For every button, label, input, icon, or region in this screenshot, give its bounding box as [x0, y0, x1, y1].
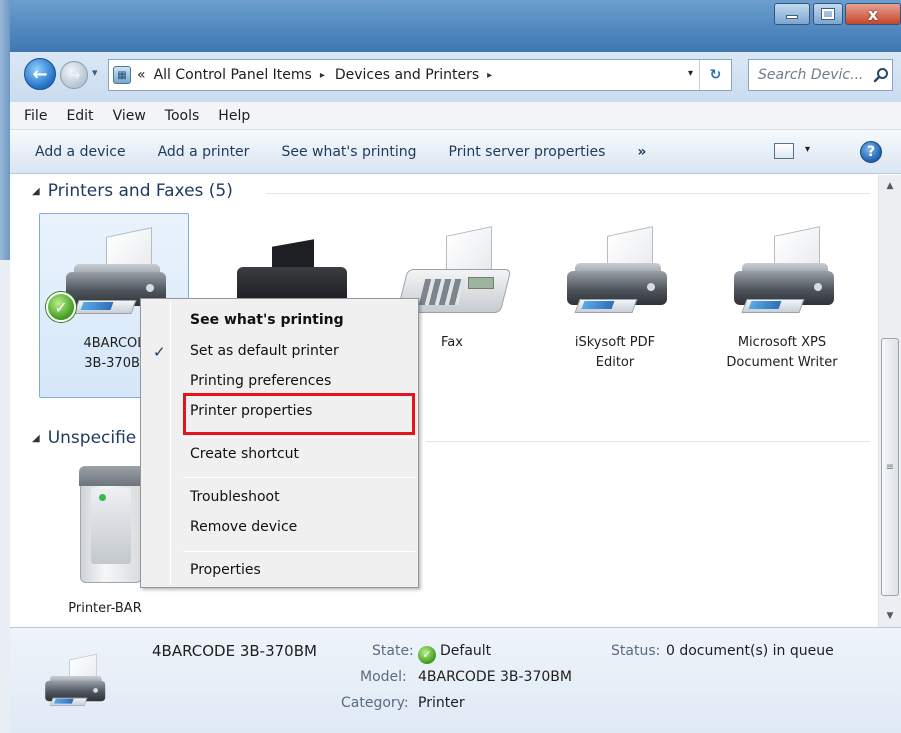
model-value: 4BARCODE 3B-370BM: [418, 669, 572, 685]
menu-tools[interactable]: Tools: [165, 108, 200, 124]
menu-item-printing-preferences[interactable]: Printing preferences: [190, 373, 331, 389]
menu-separator: [183, 551, 415, 552]
status-value: 0 document(s) in queue: [666, 643, 834, 659]
group-divider: [426, 441, 870, 442]
device-iskysoft-pdf-editor[interactable]: iSkysoft PDF Editor: [540, 213, 690, 398]
printer-icon: [555, 213, 675, 333]
device-label: Editor: [595, 355, 635, 370]
breadcrumb-overflow[interactable]: «: [137, 67, 146, 83]
printer-icon: [722, 213, 842, 333]
scroll-up-arrow-icon[interactable]: ▲: [879, 177, 901, 195]
search-input[interactable]: Search Devic...: [748, 59, 893, 91]
help-icon[interactable]: ?: [860, 141, 882, 163]
group-divider: [266, 193, 870, 194]
menu-item-troubleshoot[interactable]: Troubleshoot: [190, 489, 280, 505]
device-microsoft-xps-document-writer[interactable]: Microsoft XPS Document Writer: [707, 213, 857, 398]
device-label: Document Writer: [726, 355, 838, 370]
forward-button[interactable]: →: [60, 61, 88, 89]
navigation-bar: ← → ▾ ▦ « All Control Panel Items ▸ Devi…: [10, 52, 901, 102]
change-view-icon[interactable]: [774, 143, 794, 159]
breadcrumb-devices-and-printers[interactable]: Devices and Printers: [335, 67, 479, 83]
menu-item-see-whats-printing[interactable]: See what's printing: [190, 312, 344, 328]
breadcrumb-all-control-panel-items[interactable]: All Control Panel Items: [154, 67, 312, 83]
address-bar[interactable]: ▦ « All Control Panel Items ▸ Devices an…: [108, 59, 732, 91]
group-header-printers-and-faxes[interactable]: ◢ Printers and Faxes (5): [32, 181, 233, 201]
breadcrumb-separator-icon[interactable]: ▸: [487, 70, 492, 81]
back-button[interactable]: ←: [24, 58, 56, 90]
address-dropdown-icon[interactable]: ▾: [688, 68, 693, 79]
highlight-box: [183, 393, 415, 435]
menu-separator: [183, 437, 415, 438]
menu-bar: File Edit View Tools Help: [10, 102, 901, 130]
menu-file[interactable]: File: [24, 108, 47, 124]
device-label: Microsoft XPS: [737, 335, 827, 350]
menu-item-set-as-default-printer[interactable]: Set as default printer: [190, 343, 339, 359]
device-label: iSkysoft PDF: [574, 335, 656, 350]
refresh-button[interactable]: ↻: [699, 60, 731, 90]
close-button[interactable]: x: [845, 3, 901, 25]
category-value: Printer: [418, 695, 465, 711]
breadcrumb-separator-icon[interactable]: ▸: [320, 70, 325, 81]
scroll-thumb[interactable]: ≡: [881, 338, 899, 596]
minimize-icon: [786, 15, 798, 19]
default-printer-check-icon: ✓: [46, 292, 76, 322]
command-bar: Add a device Add a printer See what's pr…: [10, 130, 901, 174]
see-whats-printing-button[interactable]: See what's printing: [281, 144, 416, 160]
menu-separator: [183, 477, 415, 478]
search-placeholder: Search Devic...: [758, 67, 864, 83]
print-server-properties-button[interactable]: Print server properties: [449, 144, 606, 160]
details-pane: 4BARCODE 3B-370BM State: ✓ Default Model:…: [10, 627, 901, 733]
model-label: Model:: [360, 669, 407, 685]
recent-pages-dropdown-icon[interactable]: ▾: [92, 66, 98, 79]
checkmark-icon: ✓: [153, 343, 166, 361]
title-bar: x: [10, 0, 901, 52]
state-label: State:: [372, 643, 414, 659]
menu-edit[interactable]: Edit: [66, 108, 93, 124]
control-panel-icon: ▦: [113, 66, 131, 84]
collapse-arrow-icon[interactable]: ◢: [32, 433, 40, 444]
group-header-unspecified[interactable]: ◢ Unspecifie: [32, 428, 136, 448]
grip-icon: ≡: [885, 461, 895, 473]
status-label: Status:: [611, 643, 661, 659]
search-icon[interactable]: [870, 64, 892, 86]
maximize-icon: [821, 8, 835, 20]
state-value: ✓ Default: [418, 643, 491, 664]
device-tower-icon: [79, 466, 145, 583]
selected-device-name: 4BARCODE 3B-370BM: [152, 642, 317, 660]
menu-help[interactable]: Help: [218, 108, 250, 124]
group-title: Printers and Faxes (5): [47, 181, 233, 201]
add-printer-button[interactable]: Add a printer: [158, 144, 250, 160]
add-device-button[interactable]: Add a device: [35, 144, 126, 160]
more-commands-button[interactable]: »: [637, 144, 646, 160]
menu-view[interactable]: View: [113, 108, 146, 124]
category-label: Category:: [341, 695, 409, 711]
default-check-icon: ✓: [418, 646, 436, 664]
device-label: Printer-BAR: [68, 601, 142, 616]
scroll-down-arrow-icon[interactable]: ▼: [879, 607, 901, 625]
menu-item-properties[interactable]: Properties: [190, 562, 261, 578]
printer-icon: [38, 646, 108, 733]
window-frame-left: [0, 0, 10, 733]
maximize-button[interactable]: [813, 3, 843, 25]
minimize-button[interactable]: [774, 3, 810, 25]
menu-item-create-shortcut[interactable]: Create shortcut: [190, 446, 299, 462]
group-title: Unspecifie: [47, 428, 137, 448]
view-options-dropdown-icon[interactable]: ▾: [805, 144, 810, 155]
context-menu: See what's printing ✓ Set as default pri…: [140, 298, 419, 588]
close-icon: x: [867, 4, 879, 24]
vertical-scrollbar[interactable]: ▲ ≡ ▼: [878, 175, 901, 627]
menu-item-remove-device[interactable]: Remove device: [190, 519, 297, 535]
collapse-arrow-icon[interactable]: ◢: [32, 186, 40, 197]
